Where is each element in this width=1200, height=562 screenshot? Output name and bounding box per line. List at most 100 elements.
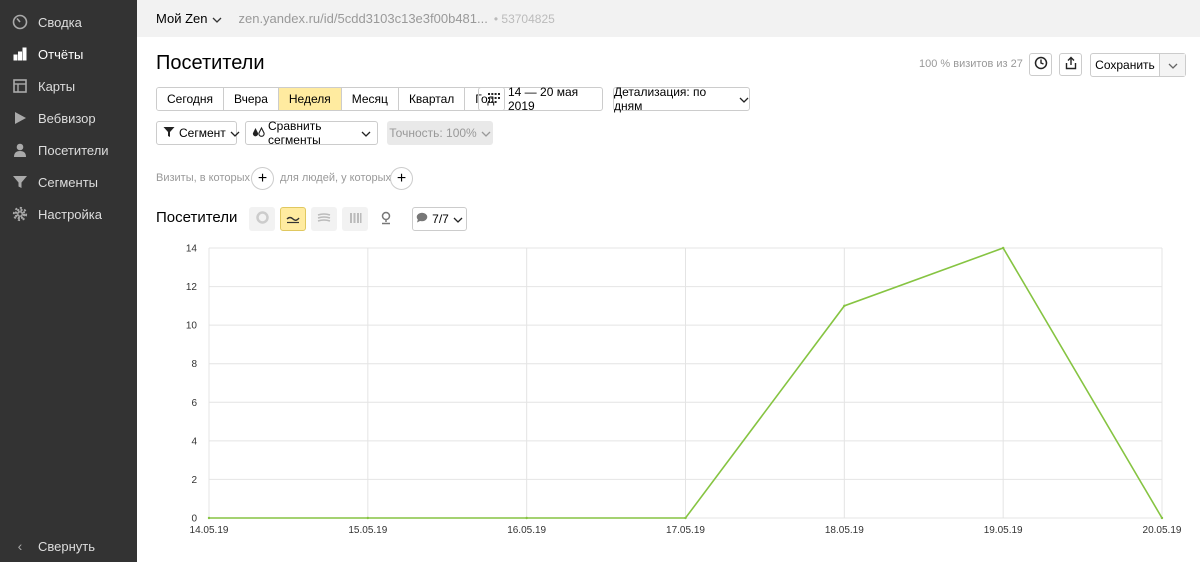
add-people-filter-button[interactable]: + (390, 167, 413, 190)
chart-type-line-button[interactable] (280, 207, 306, 231)
drops-icon (252, 126, 265, 141)
period-week-button[interactable]: Неделя (278, 88, 342, 110)
y-tick-label: 14 (186, 244, 198, 255)
visits-note: 100 % визитов из 27 (919, 58, 1023, 70)
sidebar-item-label: Посетители (38, 142, 109, 158)
chart-title: Посетители (156, 209, 238, 226)
period-quarter-button[interactable]: Квартал (398, 88, 466, 110)
sidebar-item-summary[interactable]: Сводка (0, 6, 137, 38)
page-title: Посетители (156, 52, 265, 74)
period-month-button[interactable]: Месяц (341, 88, 399, 110)
sidebar-item-settings[interactable]: Настройка (0, 198, 137, 230)
date-range-button[interactable]: 14 — 20 мая 2019 (478, 85, 603, 113)
x-tick-label: 18.05.19 (825, 525, 864, 536)
period-yesterday-button[interactable]: Вчера (224, 88, 279, 110)
chevron-down-icon (453, 212, 463, 226)
calendar-icon (479, 92, 508, 106)
visitors-line-chart: 0 2 4 6 8 10 12 14 14.05.19 15.05.19 16.05.19 17.05… (186, 244, 1182, 537)
map-icon (10, 76, 30, 96)
site-name: Мой Zen (156, 11, 208, 26)
segment-label: Сегмент (179, 126, 226, 140)
funnel-icon (10, 172, 30, 192)
segment-button[interactable]: Сегмент (156, 121, 240, 145)
clock-icon (1034, 56, 1048, 73)
people-filter-label: для людей, у которых (280, 172, 391, 184)
plus-icon: + (257, 169, 268, 187)
y-tick-label: 6 (191, 398, 197, 409)
metrics-label: 7/7 (432, 212, 449, 226)
history-button[interactable] (1029, 53, 1052, 76)
chevron-down-icon (212, 11, 222, 26)
sidebar-item-segments[interactable]: Сегменты (0, 166, 137, 198)
add-visits-filter-button[interactable]: + (251, 167, 274, 190)
sidebar-item-label: Карты (38, 78, 76, 94)
detail-label: Детализация: по дням (614, 85, 707, 113)
site-id: • 53704825 (493, 11, 555, 26)
data-point (207, 516, 211, 520)
site-select[interactable]: Мой Zen (156, 11, 222, 26)
accuracy-label: Точность: 100% (389, 126, 477, 140)
chevron-down-icon (230, 126, 240, 140)
play-icon (10, 108, 30, 128)
topbar: Мой Zen zen.yandex.ru/id/5cdd3103c13e3f0… (137, 0, 1200, 37)
chevron-down-icon (739, 92, 749, 106)
sidebar-item-visitors[interactable]: Посетители (0, 134, 137, 166)
sidebar-item-label: Сводка (38, 14, 82, 30)
chevron-down-icon (361, 126, 371, 140)
x-tick-label: 17.05.19 (666, 525, 705, 536)
chevron-down-icon (481, 126, 491, 140)
chart-type-bar-button[interactable] (342, 207, 368, 231)
sidebar-item-reports[interactable]: Отчёты (0, 38, 137, 70)
chevron-down-icon (1168, 58, 1178, 72)
chart-type-pie-button[interactable] (249, 207, 275, 231)
y-tick-label: 4 (191, 436, 197, 447)
sidebar-item-label: Сегменты (38, 174, 99, 190)
data-point (1001, 246, 1005, 250)
line-chart-icon (286, 212, 300, 227)
sidebar-item-maps[interactable]: Карты (0, 70, 137, 102)
data-point (684, 516, 687, 520)
site-url: zen.yandex.ru/id/5cdd3103c13e3f00b481... (238, 11, 488, 26)
period-today-button[interactable]: Сегодня (157, 88, 224, 110)
metrics-select[interactable]: 7/7 (412, 207, 467, 231)
comment-icon (416, 212, 428, 226)
compare-segments-button[interactable]: Сравнить сегменты (245, 119, 378, 147)
sidebar-item-label: Настройка (38, 206, 102, 222)
detail-select[interactable]: Детализация: по дням (613, 85, 750, 113)
sidebar-collapse-button[interactable]: ‹ Свернуть (0, 530, 137, 562)
x-tick-label: 14.05.19 (190, 525, 229, 536)
bar-chart-icon (349, 212, 362, 227)
x-tick-label: 20.05.19 (1143, 525, 1182, 536)
gauge-icon (10, 12, 30, 32)
y-tick-label: 2 (191, 475, 197, 486)
chart-type-area-button[interactable] (311, 207, 337, 231)
gear-icon (10, 204, 30, 224)
save-button-group: Сохранить (1090, 53, 1186, 77)
data-point (843, 304, 846, 308)
sidebar-item-label: Вебвизор (38, 110, 96, 126)
bar-chart-icon (10, 44, 30, 64)
date-range-label: 14 — 20 мая 2019 (508, 85, 579, 113)
y-tick-label: 0 (191, 514, 197, 525)
user-icon (10, 140, 30, 160)
map-pin-icon (380, 211, 392, 228)
x-tick-label: 16.05.19 (507, 525, 546, 536)
area-chart-icon (317, 212, 331, 227)
sidebar-item-webvisor[interactable]: Вебвизор (0, 102, 137, 134)
y-tick-label: 8 (191, 359, 197, 370)
share-icon (1064, 56, 1078, 73)
save-button[interactable]: Сохранить (1091, 54, 1160, 76)
pie-chart-icon (255, 211, 269, 227)
y-tick-label: 10 (186, 321, 198, 332)
funnel-icon (163, 126, 175, 141)
data-point (525, 516, 528, 520)
export-button[interactable] (1059, 53, 1082, 76)
period-selector: Сегодня Вчера Неделя Месяц Квартал Год (156, 87, 506, 111)
y-tick-label: 12 (186, 282, 198, 293)
sidebar: Сводка Отчёты Карты Вебвизор Посетители … (0, 0, 137, 562)
collapse-label: Свернуть (38, 538, 96, 554)
chevron-left-icon: ‹ (17, 538, 23, 554)
chart-type-map-button[interactable] (373, 207, 399, 231)
accuracy-select[interactable]: Точность: 100% (387, 121, 493, 145)
save-options-button[interactable] (1160, 54, 1185, 76)
